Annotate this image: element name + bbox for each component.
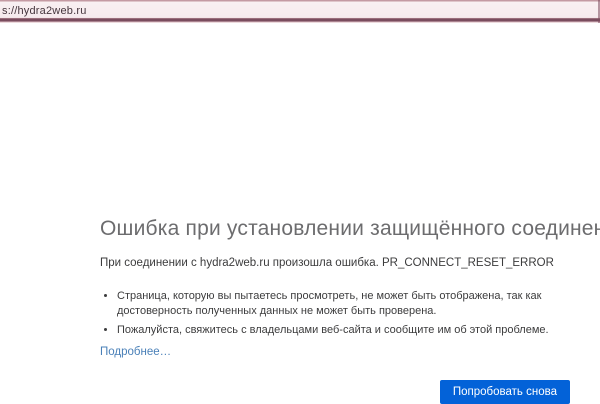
button-row: Попробовать снова	[100, 380, 570, 404]
error-bullet-list: Страница, которую вы пытаетесь просмотре…	[100, 289, 578, 338]
url-text: s://hydra2web.ru	[2, 5, 87, 17]
error-description: При соединении с hydra2web.ru произошла …	[100, 256, 578, 270]
url-bar[interactable]: s://hydra2web.ru	[0, 0, 600, 23]
error-page-content: Ошибка при установлении защищённого соед…	[100, 216, 578, 404]
error-bullet-item: Пожалуйста, свяжитесь с владельцами веб-…	[117, 323, 578, 338]
retry-button[interactable]: Попробовать снова	[440, 380, 570, 404]
learn-more-link[interactable]: Подробнее…	[100, 346, 171, 359]
error-title: Ошибка при установлении защищённого соед…	[100, 216, 578, 241]
error-bullet-item: Страница, которую вы пытаетесь просмотре…	[117, 289, 578, 319]
